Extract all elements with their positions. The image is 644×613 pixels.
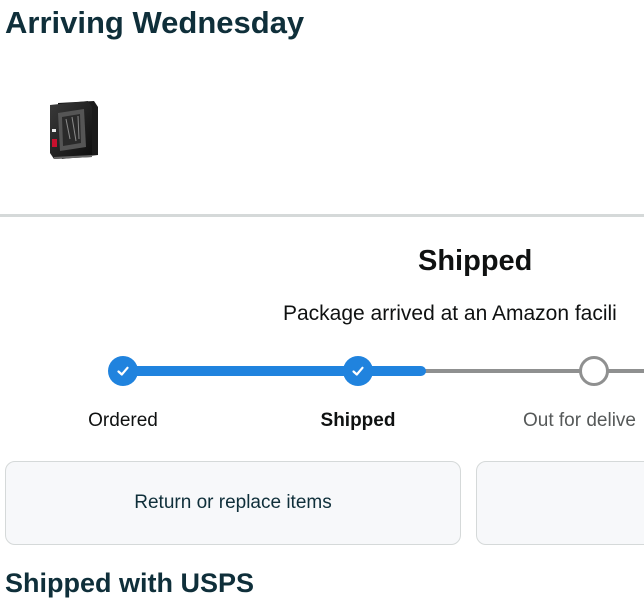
progress-track-complete — [122, 366, 426, 376]
step-label-out-for-delivery: Out for delive — [523, 410, 636, 431]
step-label-ordered: Ordered — [88, 410, 158, 431]
shipment-status-detail: Package arrived at an Amazon facili — [283, 302, 617, 325]
carrier-title: Shipped with USPS — [5, 568, 255, 598]
section-divider — [0, 214, 644, 217]
return-replace-button[interactable]: Return or replace items — [5, 461, 461, 545]
step-label-shipped: Shipped — [320, 410, 396, 431]
shipment-status-heading: Shipped — [418, 245, 533, 277]
graphics-card-box-icon — [50, 101, 98, 159]
secondary-action-button[interactable] — [476, 461, 644, 545]
step-ordered-check-icon — [108, 356, 138, 386]
step-shipped-check-icon — [343, 356, 373, 386]
arriving-title: Arriving Wednesday — [5, 5, 305, 40]
product-thumbnail[interactable] — [48, 99, 100, 161]
step-out-for-delivery-circle-icon — [579, 356, 609, 386]
return-replace-label: Return or replace items — [134, 492, 332, 513]
